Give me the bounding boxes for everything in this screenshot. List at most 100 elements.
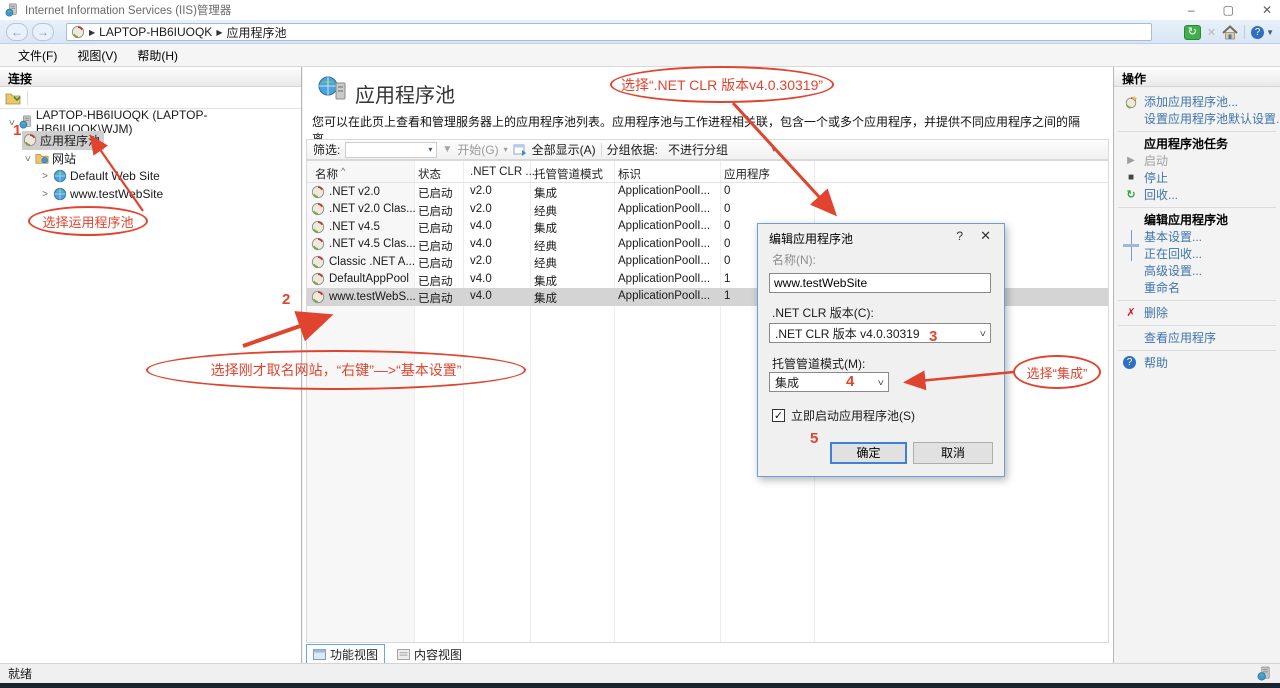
- action-基本设置[interactable]: 基本设置...: [1114, 229, 1280, 245]
- chevron-expanded-icon[interactable]: >: [22, 153, 33, 163]
- minimize-button[interactable]: –: [1188, 3, 1195, 17]
- tree-item-default-web-site[interactable]: > Default Web Site: [0, 167, 301, 185]
- pipeline-mode-label: 托管管道模式(M):: [772, 355, 865, 372]
- cell-clr-version: v4.0: [470, 220, 492, 232]
- cell-name: .NET v2.0: [329, 186, 380, 198]
- connections-panel: 连接 > LAPTOP-HB6IUOQK (LAPTOP-HB6IUOQK\WJ…: [0, 67, 302, 663]
- autostart-label: 立即启动应用程序池(S): [791, 407, 915, 424]
- pipeline-mode-select[interactable]: 集成>: [769, 372, 889, 392]
- action-重命名[interactable]: 重命名: [1114, 280, 1280, 296]
- ok-button[interactable]: 确定: [830, 442, 907, 464]
- action-正在回收[interactable]: 正在回收...: [1114, 246, 1280, 262]
- action-停止[interactable]: ■停止: [1114, 170, 1280, 186]
- column-header[interactable]: 名称: [315, 166, 338, 182]
- restart-icon[interactable]: ↻: [1184, 25, 1201, 40]
- go-button[interactable]: 开始(G): [457, 141, 498, 158]
- tree-item-sites[interactable]: > 网站: [0, 149, 301, 167]
- tree-item-test-web-site[interactable]: > www.testWebSite: [0, 185, 301, 203]
- cell-name: DefaultAppPool: [329, 273, 409, 285]
- menu-item[interactable]: 文件(F): [10, 45, 65, 66]
- cell-pipeline-mode: 经典: [534, 238, 557, 254]
- cell-applications: 0: [724, 220, 730, 232]
- tree-item-label: 应用程序池: [40, 132, 100, 149]
- connections-toolbar: [0, 87, 301, 109]
- table-row[interactable]: .NET v2.0 Clas...已启动v2.0经典ApplicationPoo…: [307, 201, 1108, 219]
- column-header[interactable]: 应用程序: [724, 166, 770, 182]
- funnel-icon: ▼: [442, 144, 452, 155]
- cell-name: .NET v4.5: [329, 221, 380, 233]
- tab-features-view[interactable]: 功能视图: [306, 644, 385, 665]
- chevron-down-icon: >: [875, 379, 886, 385]
- dialog-close-button[interactable]: ✕: [980, 228, 991, 244]
- chevron-expanded-icon[interactable]: >: [5, 117, 16, 127]
- app-pool-icon: [23, 133, 37, 147]
- cell-applications: 0: [724, 185, 730, 197]
- action-启动: ▶启动: [1114, 153, 1280, 169]
- menu-item[interactable]: 帮助(H): [129, 45, 186, 66]
- breadcrumb-app-pools[interactable]: 应用程序池: [226, 24, 286, 41]
- action-删除[interactable]: ✗删除: [1114, 305, 1280, 321]
- actions-divider: [1118, 131, 1276, 132]
- action-帮助[interactable]: ?帮助: [1114, 355, 1280, 371]
- cell-status: 已启动: [418, 203, 453, 219]
- help-icon: ?: [1123, 356, 1136, 369]
- tree-item-label: Default Web Site: [70, 169, 160, 183]
- autostart-checkbox[interactable]: ✓: [772, 409, 785, 422]
- app-pools-page-icon: [317, 75, 347, 103]
- action-添加应用程序池[interactable]: 添加应用程序池...: [1114, 94, 1280, 110]
- chevron-collapsed-icon[interactable]: >: [40, 171, 50, 182]
- tree-selection[interactable]: 应用程序池: [22, 131, 104, 150]
- toolbar-divider: [1244, 25, 1245, 39]
- basic-settings-icon: [1123, 230, 1139, 244]
- chevron-collapsed-icon[interactable]: >: [40, 189, 50, 200]
- breadcrumb-arrow-icon: ▶: [89, 28, 95, 37]
- iis-app-icon: [5, 3, 19, 17]
- column-header[interactable]: 托管管道模式: [534, 166, 603, 182]
- clr-version-select[interactable]: .NET CLR 版本 v4.0.30319>: [769, 323, 991, 343]
- forward-button[interactable]: →: [32, 23, 54, 41]
- cell-pipeline-mode: 经典: [534, 255, 557, 271]
- save-connections-icon[interactable]: [5, 91, 21, 105]
- sort-ascending-icon: ^: [341, 166, 345, 176]
- chevron-down-icon: ▾: [428, 145, 432, 154]
- filter-label: 筛选:: [313, 141, 340, 158]
- table-row[interactable]: .NET v2.0已启动v2.0集成ApplicationPoolI...0: [307, 183, 1108, 201]
- cell-status: 已启动: [418, 290, 453, 306]
- show-all-button[interactable]: 全部显示(A): [532, 141, 596, 158]
- toolbar-divider: [27, 91, 28, 105]
- breadcrumb-server[interactable]: LAPTOP-HB6IUOQK: [99, 25, 212, 39]
- list-header[interactable]: ^ 名称 状态 .NET CLR ...托管管道模式标识 应用程序: [307, 161, 1108, 183]
- help-menu[interactable]: ? ▼: [1251, 26, 1274, 39]
- back-button[interactable]: ←: [6, 23, 28, 41]
- tree-item-server[interactable]: > LAPTOP-HB6IUOQK (LAPTOP-HB6IUOQK\WJM): [0, 113, 301, 131]
- server-icon: [19, 115, 33, 129]
- menu-item[interactable]: 视图(V): [69, 45, 125, 66]
- name-input[interactable]: [769, 273, 991, 293]
- cell-applications: 1: [724, 290, 730, 302]
- action-回收[interactable]: ↻回收...: [1114, 187, 1280, 203]
- dialog-help-button[interactable]: ?: [956, 229, 963, 243]
- filter-input[interactable]: ▾: [345, 142, 437, 158]
- iis-status-icon: [1257, 666, 1272, 681]
- cell-status: 已启动: [418, 185, 453, 201]
- column-header[interactable]: 标识: [618, 166, 641, 182]
- cancel-button[interactable]: 取消: [913, 442, 993, 464]
- autostart-row: ✓ 立即启动应用程序池(S): [772, 407, 915, 424]
- cell-identity: ApplicationPoolI...: [618, 290, 710, 302]
- cell-pipeline-mode: 集成: [534, 273, 557, 289]
- cell-applications: 0: [724, 203, 730, 215]
- column-header[interactable]: .NET CLR ...: [470, 166, 535, 178]
- address-box[interactable]: ▶ LAPTOP-HB6IUOQK ▶ 应用程序池: [66, 23, 1152, 41]
- edit-app-pool-dialog: 编辑应用程序池 ? ✕ 名称(N): .NET CLR 版本(C): .NET …: [757, 223, 1005, 477]
- home-icon[interactable]: [1222, 25, 1238, 40]
- name-label: 名称(N):: [772, 251, 816, 268]
- close-button[interactable]: ✕: [1262, 3, 1272, 17]
- action-设置应用程序池默认设置[interactable]: 设置应用程序池默认设置...: [1114, 111, 1280, 127]
- action-查看应用程序[interactable]: 查看应用程序: [1114, 330, 1280, 346]
- column-header[interactable]: 状态: [418, 166, 441, 182]
- maximize-button[interactable]: ▢: [1223, 3, 1234, 17]
- group-by-select[interactable]: 不进行分组▾: [663, 142, 781, 158]
- action-高级设置[interactable]: 高级设置...: [1114, 263, 1280, 279]
- tab-content-view[interactable]: 内容视图: [391, 645, 468, 664]
- cell-clr-version: v2.0: [470, 255, 492, 267]
